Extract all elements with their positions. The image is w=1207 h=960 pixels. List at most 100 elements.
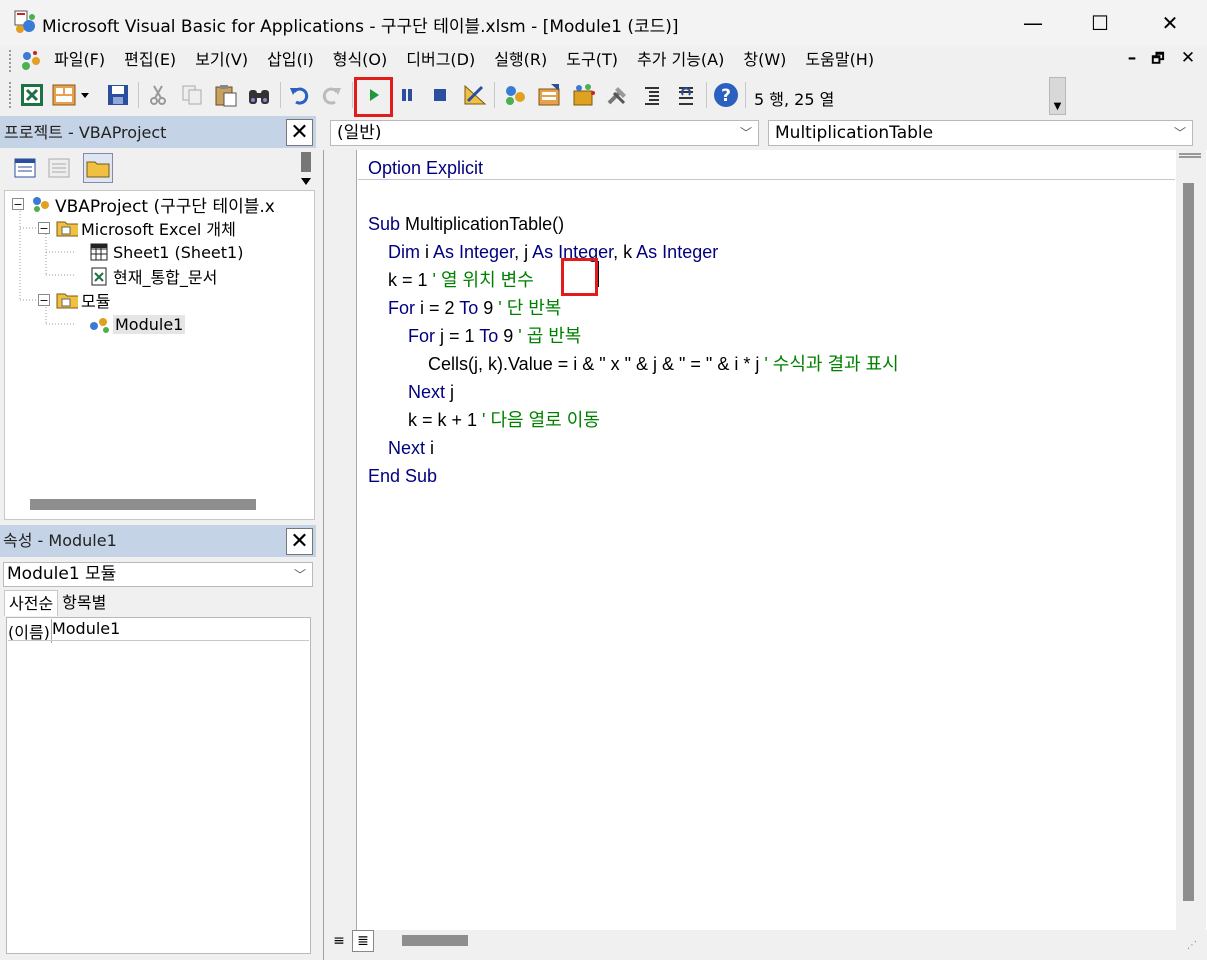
tab-categorized[interactable]: 항목별 xyxy=(58,590,110,616)
menu-edit[interactable]: 편집(E) xyxy=(124,48,176,72)
tree-item-module1[interactable]: Module1 xyxy=(88,313,186,335)
tree-item-modules[interactable]: − 모듈 xyxy=(38,289,110,311)
close-button[interactable]: ✕ xyxy=(1137,0,1203,46)
properties-tabs: 사전순 항목별 xyxy=(4,590,110,616)
object-combo[interactable]: (일반) ﹀ xyxy=(330,120,759,146)
collapse-icon[interactable]: − xyxy=(12,198,24,210)
menu-view[interactable]: 보기(V) xyxy=(195,48,248,72)
mdi-close-button[interactable]: ✕ xyxy=(1176,48,1200,68)
menu-insert[interactable]: 삽입(I) xyxy=(267,48,314,72)
code-line[interactable]: For j = 1 To 9 ' 곱 반복 xyxy=(368,322,581,350)
redo-icon[interactable] xyxy=(318,81,346,109)
code-margin[interactable] xyxy=(324,150,357,930)
menu-addins[interactable]: 추가 기능(A) xyxy=(637,48,724,72)
paste-icon[interactable] xyxy=(212,81,240,109)
code-text: Cells(j, k).Value = i & " x " & j & " = … xyxy=(368,354,765,374)
procedure-combo-value: MultiplicationTable xyxy=(775,123,934,143)
mdi-minimize-button[interactable]: – xyxy=(1120,48,1144,68)
toolbar-grip[interactable] xyxy=(9,82,15,108)
view-object-icon[interactable] xyxy=(44,153,74,183)
copy-icon[interactable] xyxy=(178,81,206,109)
pane-splitter[interactable] xyxy=(316,116,322,960)
tree-item-vbaproject[interactable]: − VBAProject (구구단 테이블.x xyxy=(12,193,275,217)
project-tree-hscroll[interactable] xyxy=(30,499,256,510)
chevron-down-icon[interactable]: ﹀ xyxy=(1174,121,1186,145)
vba-app-icon xyxy=(12,9,38,35)
split-bar-handle[interactable] xyxy=(1179,153,1201,158)
code-line[interactable]: Option Explicit xyxy=(368,154,483,182)
chevron-down-icon[interactable]: ﹀ xyxy=(740,121,752,145)
properties-object-combo[interactable]: Module1 모듈 ﹀ xyxy=(3,562,313,587)
code-line[interactable]: For i = 2 To 9 ' 단 반복 xyxy=(368,294,561,322)
break-icon[interactable] xyxy=(393,81,421,109)
cut-icon[interactable] xyxy=(144,81,172,109)
tree-item-sheet1[interactable]: Sheet1 (Sheet1) xyxy=(88,241,243,263)
design-mode-icon[interactable] xyxy=(461,81,489,109)
mdi-restore-button[interactable]: 🗗 xyxy=(1146,48,1170,72)
menu-window[interactable]: 창(W) xyxy=(743,48,786,72)
menu-debug[interactable]: 디버그(D) xyxy=(406,48,475,72)
minimize-button[interactable]: — xyxy=(1000,0,1066,46)
tree-item-workbook[interactable]: 현재_통합_문서 xyxy=(88,265,217,287)
menu-run[interactable]: 실행(R) xyxy=(494,48,547,72)
project-toolbar-scroll[interactable] xyxy=(297,150,315,188)
call-stack-icon[interactable] xyxy=(672,81,700,109)
tree-item-excel-objects[interactable]: − Microsoft Excel 개체 xyxy=(38,217,236,239)
collapse-icon[interactable]: − xyxy=(38,222,50,234)
code-vscroll-thumb[interactable] xyxy=(1183,183,1194,901)
toolbar-separator xyxy=(745,82,746,108)
code-line[interactable]: Next i xyxy=(368,434,434,462)
code-hscroll-thumb[interactable] xyxy=(402,935,468,946)
properties-icon[interactable] xyxy=(535,81,563,109)
code-line[interactable]: k = k + 1 ' 다음 열로 이동 xyxy=(368,406,600,434)
undo-icon[interactable] xyxy=(285,81,313,109)
code-keyword: For xyxy=(368,298,421,318)
resize-grip-icon[interactable]: ⋰ xyxy=(1187,940,1201,954)
code-line[interactable]: Cells(j, k).Value = i & " x " & j & " = … xyxy=(368,350,899,378)
vba-menu-icon[interactable] xyxy=(18,49,44,73)
maximize-button[interactable]: ☐ xyxy=(1067,0,1133,46)
save-icon[interactable] xyxy=(104,81,132,109)
properties-panel-close-button[interactable]: ✕ xyxy=(286,528,313,555)
code-keyword: Dim xyxy=(368,242,425,262)
code-keyword: Next xyxy=(368,438,431,458)
svg-text:?: ? xyxy=(721,86,731,106)
menu-tools[interactable]: 도구(T) xyxy=(566,48,618,72)
tab-order-icon[interactable] xyxy=(638,81,666,109)
project-panel-title: 프로젝트 - VBAProject xyxy=(4,123,167,142)
tree-label: Microsoft Excel 개체 xyxy=(81,220,236,239)
run-button-highlight xyxy=(354,77,393,117)
menu-grip[interactable] xyxy=(9,50,15,72)
help-icon[interactable]: ? xyxy=(712,81,740,109)
worksheet-icon xyxy=(88,242,110,262)
toolbar-overflow-button[interactable]: ▼ xyxy=(1049,77,1066,115)
collapse-icon[interactable]: − xyxy=(38,294,50,306)
properties-object-value: Module1 모듈 xyxy=(7,564,117,584)
object-browser-icon[interactable] xyxy=(570,81,598,109)
window-title: Microsoft Visual Basic for Applications … xyxy=(42,17,679,37)
tab-alphabetic[interactable]: 사전순 xyxy=(4,590,59,616)
reset-icon[interactable] xyxy=(426,81,454,109)
menu-help[interactable]: 도움말(H) xyxy=(805,48,874,72)
code-line[interactable]: Sub MultiplicationTable() xyxy=(368,210,564,238)
project-panel-close-button[interactable]: ✕ xyxy=(286,119,313,146)
code-line[interactable]: Next j xyxy=(368,378,454,406)
tree-label: 현재_통합_문서 xyxy=(113,268,218,287)
full-module-view-icon[interactable]: ≣ xyxy=(352,930,374,952)
menu-file[interactable]: 파일(F) xyxy=(54,48,105,72)
view-code-icon[interactable] xyxy=(10,153,40,183)
excel-icon[interactable] xyxy=(18,81,46,109)
toggle-folders-icon[interactable] xyxy=(83,153,113,183)
insert-module-icon[interactable] xyxy=(50,81,92,109)
code-text: 9 xyxy=(483,298,499,318)
toolbox-icon[interactable] xyxy=(604,81,632,109)
code-line[interactable]: k = 1 ' 열 위치 변수 xyxy=(368,266,534,294)
menu-format[interactable]: 형식(O) xyxy=(333,48,388,72)
chevron-down-icon[interactable]: ﹀ xyxy=(294,564,306,587)
procedure-view-icon[interactable]: ≡ xyxy=(328,930,350,952)
find-icon[interactable] xyxy=(245,81,273,109)
procedure-combo[interactable]: MultiplicationTable ﹀ xyxy=(768,120,1193,146)
project-explorer-icon[interactable] xyxy=(501,81,529,109)
code-line[interactable]: Dim i As Integer, j As Integer, k As Int… xyxy=(368,238,718,266)
code-line[interactable]: End Sub xyxy=(368,462,437,490)
